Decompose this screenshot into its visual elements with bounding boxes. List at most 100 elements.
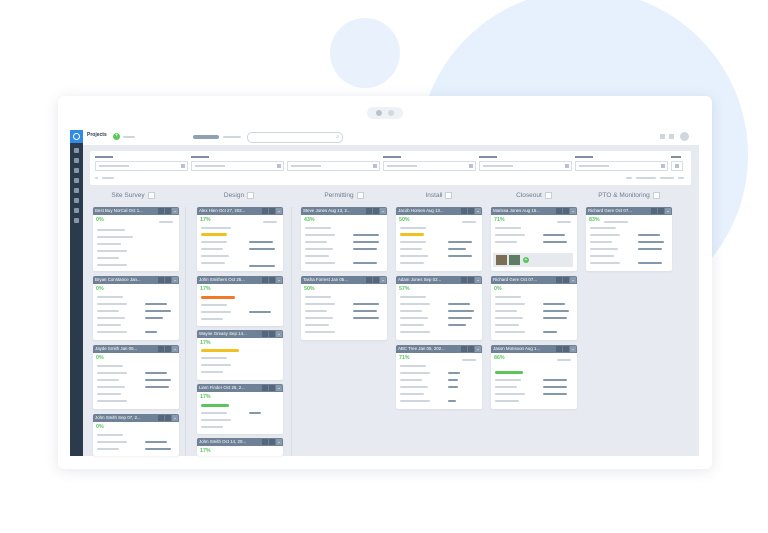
chevron-down-icon[interactable]: ⌄: [172, 208, 178, 214]
grid-view-icon[interactable]: [660, 134, 665, 139]
search-input[interactable]: ⌕: [247, 132, 343, 143]
column-header-design: Design: [196, 192, 282, 199]
column-checkbox[interactable]: [147, 192, 155, 199]
column-checkbox[interactable]: [652, 192, 660, 199]
chevron-down-icon[interactable]: ⌄: [475, 277, 481, 283]
project-card[interactable]: Wayne Greasy Sep 14... ⌄ 17%: [197, 330, 283, 380]
column-checkbox[interactable]: [544, 192, 552, 199]
project-card[interactable]: Adam Jones Sep 02... ⌄ 57%: [396, 276, 482, 340]
chevron-down-icon[interactable]: ⌄: [475, 346, 481, 352]
chevron-down-icon[interactable]: ⌄: [276, 208, 282, 214]
filter-field[interactable]: [479, 156, 572, 171]
search-icon: ⌕: [336, 134, 339, 140]
column-header-permitting: Permitting: [301, 192, 387, 199]
column-checkbox[interactable]: [247, 192, 255, 199]
chevron-down-icon[interactable]: ⌄: [276, 385, 282, 391]
project-card[interactable]: Liam Finder Oct 26, 2... ⌄ 17%: [197, 384, 283, 434]
chevron-down-icon[interactable]: ⌄: [570, 277, 576, 283]
project-card[interactable]: Jason Monsoon Aug 1... ⌄ 86%: [491, 345, 577, 409]
filter-field[interactable]: [287, 156, 380, 171]
project-card[interactable]: Jacob Horsen Aug 13... ⌄ 50%: [396, 207, 482, 271]
nav-item-icon[interactable]: [74, 198, 79, 203]
app-header: Projects + ⌕: [83, 130, 699, 145]
column-divider: [291, 207, 292, 456]
progress-percent: 17%: [200, 286, 211, 292]
filter-field[interactable]: [575, 156, 668, 171]
progress-percent: 17%: [200, 217, 211, 223]
project-card[interactable]: Tasha Forrest Jan 05... ⌄ 50%: [301, 276, 387, 340]
chevron-down-icon[interactable]: ⌄: [172, 415, 178, 421]
board-area: Site Survey Design Permitting Install Cl…: [83, 145, 699, 456]
window-controls: [367, 107, 403, 119]
project-card[interactable]: John Smith Sep 07, 2... ⌄ 0%: [93, 414, 179, 456]
column-checkbox[interactable]: [445, 192, 453, 199]
column-divider: [185, 207, 186, 456]
filter-field[interactable]: [383, 156, 476, 171]
chevron-down-icon[interactable]: ⌄: [570, 208, 576, 214]
project-card[interactable]: ABC Tree Jan 05, 202... ⌄ 71%: [396, 345, 482, 409]
project-card[interactable]: John Smith Oct 14, 20... ⌄ 17%: [197, 438, 283, 456]
view-toggle[interactable]: [193, 135, 219, 139]
filter-field[interactable]: [191, 156, 284, 171]
chevron-down-icon[interactable]: ⌄: [665, 208, 671, 214]
chevron-down-icon[interactable]: ⌄: [570, 346, 576, 352]
chevron-down-icon[interactable]: ⌄: [172, 277, 178, 283]
project-card[interactable]: Alex Hien Oct 27, 202... ⌄ 17%: [197, 207, 283, 271]
window-dot: [388, 110, 394, 116]
nav-item-icon[interactable]: [74, 158, 79, 163]
page-title: Projects: [87, 132, 107, 138]
nav-item-icon[interactable]: [74, 208, 79, 213]
project-card[interactable]: Marissa Jones Aug 15... ⌄ 71% +: [491, 207, 577, 271]
progress-percent: 83%: [589, 217, 600, 223]
project-card[interactable]: Richard Gere Oct 07... ⌄ 0%: [491, 276, 577, 340]
progress-bar: [201, 296, 235, 299]
nav-item-icon[interactable]: [74, 148, 79, 153]
project-card[interactable]: Steve Jones Aug 13, 2... ⌄ 43%: [301, 207, 387, 271]
app-logo-icon[interactable]: [70, 130, 83, 143]
progress-percent: 17%: [200, 448, 211, 454]
progress-percent: 0%: [96, 217, 104, 223]
chevron-down-icon[interactable]: ⌄: [380, 277, 386, 283]
window-topbar: [58, 96, 712, 124]
photo-thumbnail[interactable]: [496, 255, 507, 265]
project-card[interactable]: Bryan Constance Jan... ⌄ 0%: [93, 276, 179, 340]
column-header-closeout: Closeout: [491, 192, 577, 199]
chevron-down-icon[interactable]: ⌄: [475, 208, 481, 214]
progress-percent: 86%: [494, 355, 505, 361]
avatar[interactable]: [680, 132, 689, 141]
chevron-down-icon[interactable]: ⌄: [276, 277, 282, 283]
progress-bar: [400, 233, 424, 236]
photo-thumbnail[interactable]: [509, 255, 520, 265]
progress-bar: [201, 233, 227, 236]
sidebar: [70, 130, 83, 456]
progress-percent: 0%: [494, 286, 502, 292]
progress-percent: 50%: [399, 217, 410, 223]
nav-item-icon[interactable]: [74, 168, 79, 173]
app-window: Projects + ⌕ Site Survey Design Permitti…: [58, 96, 712, 469]
chevron-down-icon[interactable]: ⌄: [276, 331, 282, 337]
project-card[interactable]: Jayde Smith Jan 05... ⌄ 0%: [93, 345, 179, 409]
project-card[interactable]: Best Buy NorCal Oct 1... ⌄ 0%: [93, 207, 179, 271]
project-card[interactable]: Richard Gere Oct 07... ⌄ 83%: [586, 207, 672, 271]
chevron-down-icon[interactable]: ⌄: [276, 439, 282, 445]
list-view-icon[interactable]: [669, 134, 674, 139]
filter-field[interactable]: [95, 156, 188, 171]
filter-field[interactable]: [671, 156, 683, 171]
nav-item-icon[interactable]: [74, 218, 79, 223]
chevron-down-icon[interactable]: ⌄: [380, 208, 386, 214]
chevron-down-icon[interactable]: ⌄: [172, 346, 178, 352]
progress-percent: 71%: [494, 217, 505, 223]
nav-item-icon[interactable]: [74, 188, 79, 193]
add-project-button[interactable]: +: [113, 133, 120, 140]
progress-bar: [495, 371, 523, 374]
add-photo-button[interactable]: +: [523, 257, 529, 263]
progress-percent: 17%: [200, 340, 211, 346]
progress-bar: [201, 404, 229, 407]
background-circle-small: [330, 18, 400, 88]
placeholder-text: [123, 136, 135, 138]
project-card[interactable]: John Smithers Oct 25... ⌄ 17%: [197, 276, 283, 326]
progress-percent: 43%: [304, 217, 315, 223]
nav-item-icon[interactable]: [74, 178, 79, 183]
column-checkbox[interactable]: [356, 192, 364, 199]
window-dot: [376, 110, 382, 116]
